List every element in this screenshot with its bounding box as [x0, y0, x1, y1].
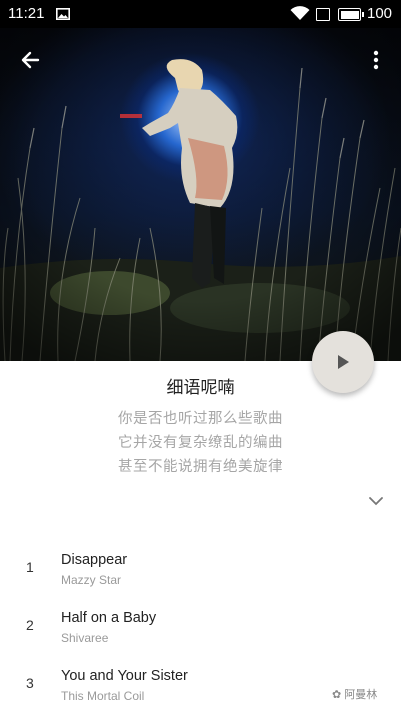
track-title: Disappear: [61, 552, 128, 568]
cover-scene: [0, 28, 401, 361]
track-number: 3: [26, 675, 34, 691]
status-time: 11:21: [8, 5, 45, 22]
track-artist: Shivaree: [61, 631, 109, 645]
album-title: 细语呢喃: [166, 378, 235, 397]
track-number: 1: [26, 559, 34, 575]
track-number: 2: [26, 617, 34, 633]
watermark-text: 阿曼林: [344, 689, 378, 701]
description-line: 它并没有复杂缭乱的编曲: [118, 435, 283, 451]
track-row[interactable]: 2 Half on a Baby Shivaree: [0, 596, 401, 654]
album-cover-image: [0, 28, 401, 361]
more-options-button[interactable]: [366, 48, 386, 72]
description-line: 甚至不能说拥有绝美旋律: [118, 459, 283, 475]
expand-description-button[interactable]: [366, 494, 386, 508]
track-artist: This Mortal Coil: [61, 689, 145, 703]
track-artist: Mazzy Star: [61, 573, 122, 587]
image-icon: [56, 8, 70, 20]
arrow-left-icon: [21, 51, 40, 69]
more-vert-icon: [373, 50, 379, 70]
square-icon: [316, 8, 330, 21]
wifi-icon: [290, 6, 310, 20]
battery-icon: [338, 8, 364, 21]
back-button[interactable]: [18, 48, 46, 72]
battery-percent: 100: [367, 5, 393, 22]
watermark: ✿ 阿曼林: [332, 686, 377, 702]
track-title: You and Your Sister: [61, 668, 188, 684]
album-description: 你是否也听过那么些歌曲 它并没有复杂缭乱的编曲 甚至不能说拥有绝美旋律: [0, 407, 401, 479]
wechat-icon: ✿: [332, 689, 345, 701]
description-line: 你是否也听过那么些歌曲: [118, 411, 283, 427]
track-row[interactable]: 1 Disappear Mazzy Star: [0, 538, 401, 596]
play-icon: [338, 355, 349, 369]
chevron-down-icon: [369, 497, 383, 506]
track-title: Half on a Baby: [61, 610, 157, 626]
status-bar: 11:21 100: [0, 0, 401, 28]
track-row[interactable]: 3 You and Your Sister This Mortal Coil: [0, 654, 401, 712]
